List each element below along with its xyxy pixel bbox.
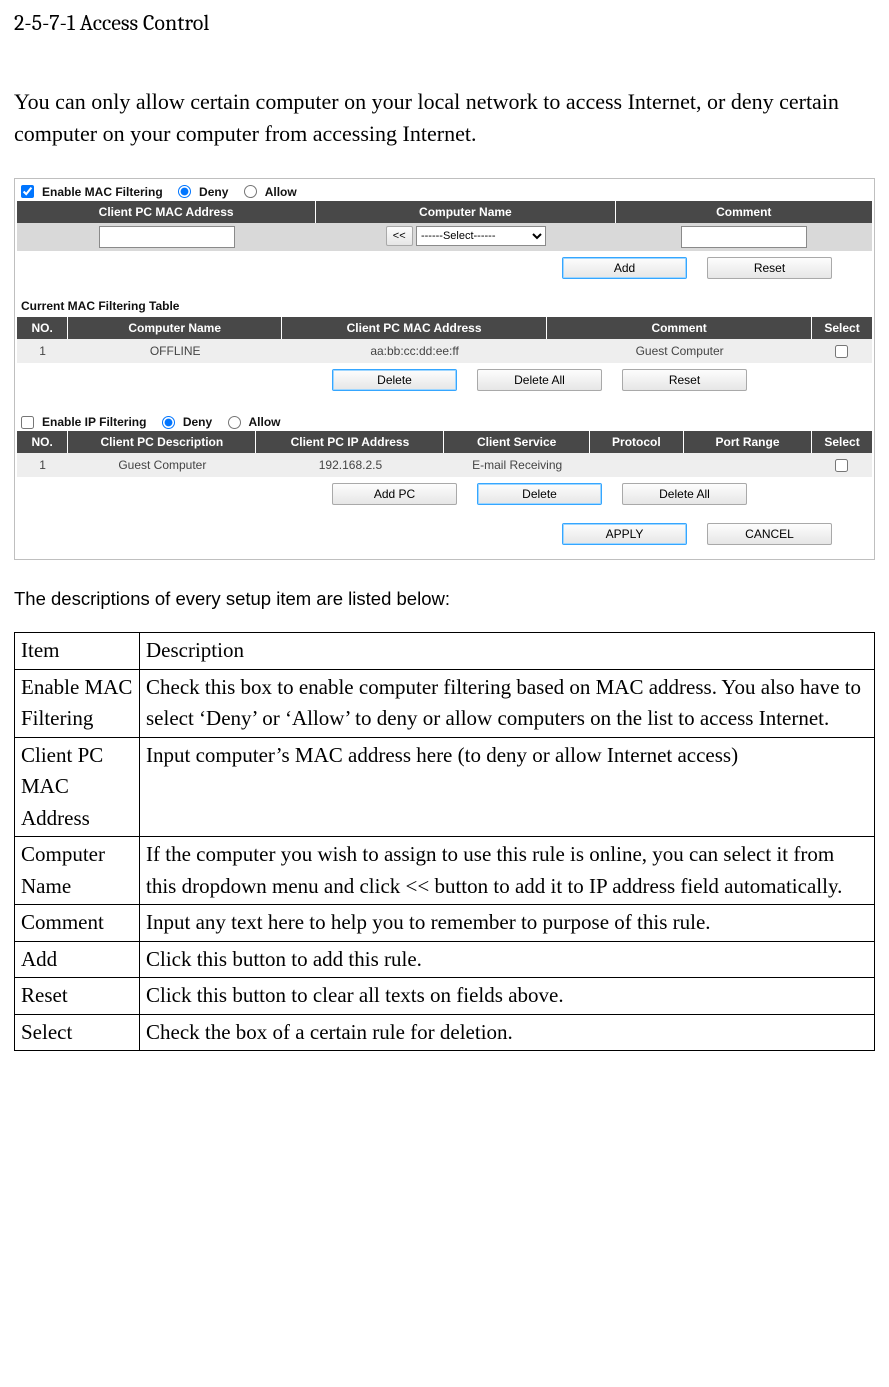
mac-filter-toggle-row: Enable MAC Filtering Deny Allow — [17, 183, 872, 201]
ip-hdr-port: Port Range — [684, 431, 812, 453]
desc-item: Comment — [15, 905, 140, 942]
mac-address-input[interactable] — [99, 226, 235, 248]
desc-text: If the computer you wish to assign to us… — [140, 837, 875, 905]
add-button[interactable]: Add — [562, 257, 687, 279]
delete-button[interactable]: Delete — [332, 369, 457, 391]
ip-deny-radio[interactable] — [162, 416, 175, 429]
ip-hdr-ip: Client PC IP Address — [256, 431, 444, 453]
desc-item: Add — [15, 941, 140, 978]
enable-mac-filtering-checkbox[interactable] — [21, 185, 34, 198]
mac-allow-radio[interactable] — [244, 185, 257, 198]
ip-allow-label: Allow — [249, 415, 281, 429]
ip-allow-radio[interactable] — [228, 416, 241, 429]
ip-filter-toggle-row: Enable IP Filtering Deny Allow — [17, 397, 872, 431]
mac-deny-radio[interactable] — [178, 185, 191, 198]
mac-input-row: << ------Select------ — [17, 223, 872, 251]
ip-hdr-no: NO. — [17, 431, 68, 453]
cell-name: OFFLINE — [68, 339, 282, 363]
row-select-checkbox[interactable] — [835, 345, 848, 358]
ip-header: NO. Client PC Description Client PC IP A… — [17, 431, 872, 453]
ip-cell-service: E-mail Receiving — [444, 453, 589, 477]
mac-allow-label: Allow — [265, 185, 297, 199]
mac-deny-label: Deny — [199, 185, 228, 199]
ip-cell-no: 1 — [17, 453, 68, 477]
enable-ip-filtering-label: Enable IP Filtering — [42, 415, 146, 429]
ip-delete-all-button[interactable]: Delete All — [622, 483, 747, 505]
desc-text: Input computer’s MAC address here (to de… — [140, 737, 875, 837]
hdr-mac: Client PC MAC Address — [282, 317, 547, 339]
ip-hdr-proto: Protocol — [590, 431, 684, 453]
ip-hdr-select: Select — [812, 431, 872, 453]
cell-no: 1 — [17, 339, 68, 363]
copy-mac-button[interactable]: << — [386, 226, 413, 246]
reset-button[interactable]: Reset — [707, 257, 832, 279]
desc-text: Check the box of a certain rule for dele… — [140, 1014, 875, 1051]
add-pc-button[interactable]: Add PC — [332, 483, 457, 505]
ip-cell-port — [684, 453, 812, 477]
intro-paragraph: You can only allow certain computer on y… — [14, 86, 875, 150]
desc-item: Client PC MAC Address — [15, 737, 140, 837]
section-heading: 2-5-7-1 Access Control — [14, 10, 875, 36]
ip-cell-proto — [590, 453, 684, 477]
desc-text: Input any text here to help you to remem… — [140, 905, 875, 942]
enable-mac-filtering-label: Enable MAC Filtering — [42, 185, 163, 199]
desc-item: Enable MAC Filtering — [15, 669, 140, 737]
desc-header-item: Item — [15, 633, 140, 670]
desc-item: Select — [15, 1014, 140, 1051]
comment-input[interactable] — [681, 226, 807, 248]
ip-deny-label: Deny — [183, 415, 212, 429]
ip-row-select-checkbox[interactable] — [835, 459, 848, 472]
cell-mac: aa:bb:cc:dd:ee:ff — [282, 339, 547, 363]
cancel-button[interactable]: CANCEL — [707, 523, 832, 545]
hdr-no: NO. — [17, 317, 68, 339]
enable-ip-filtering-checkbox[interactable] — [21, 416, 34, 429]
computer-name-select[interactable]: ------Select------ — [416, 226, 546, 246]
ip-delete-button[interactable]: Delete — [477, 483, 602, 505]
ip-hdr-desc: Client PC Description — [68, 431, 256, 453]
desc-header-desc: Description — [140, 633, 875, 670]
hdr-comment: Comment — [616, 201, 873, 223]
description-intro: The descriptions of every setup item are… — [14, 588, 875, 610]
description-table: Item Description Enable MAC FilteringChe… — [14, 632, 875, 1051]
hdr-mac-address: Client PC MAC Address — [17, 201, 316, 223]
hdr-computer-name: Computer Name — [316, 201, 615, 223]
mac-input-header: Client PC MAC Address Computer Name Comm… — [17, 201, 872, 223]
router-ui-screenshot: Enable MAC Filtering Deny Allow Client P… — [14, 178, 875, 561]
current-mac-table-title: Current MAC Filtering Table — [17, 285, 872, 317]
table-row: 1 Guest Computer 192.168.2.5 E-mail Rece… — [17, 453, 872, 477]
ip-cell-ip: 192.168.2.5 — [256, 453, 444, 477]
hdr-comment2: Comment — [547, 317, 812, 339]
hdr-name: Computer Name — [68, 317, 282, 339]
ip-cell-desc: Guest Computer — [68, 453, 256, 477]
desc-text: Click this button to add this rule. — [140, 941, 875, 978]
ip-hdr-service: Client Service — [444, 431, 589, 453]
hdr-select: Select — [812, 317, 872, 339]
desc-item: Computer Name — [15, 837, 140, 905]
table-row: 1 OFFLINE aa:bb:cc:dd:ee:ff Guest Comput… — [17, 339, 872, 363]
delete-all-button[interactable]: Delete All — [477, 369, 602, 391]
reset-button-2[interactable]: Reset — [622, 369, 747, 391]
cell-comment: Guest Computer — [547, 339, 812, 363]
current-mac-header: NO. Computer Name Client PC MAC Address … — [17, 317, 872, 339]
apply-button[interactable]: APPLY — [562, 523, 687, 545]
desc-item: Reset — [15, 978, 140, 1015]
desc-text: Check this box to enable computer filter… — [140, 669, 875, 737]
desc-text: Click this button to clear all texts on … — [140, 978, 875, 1015]
